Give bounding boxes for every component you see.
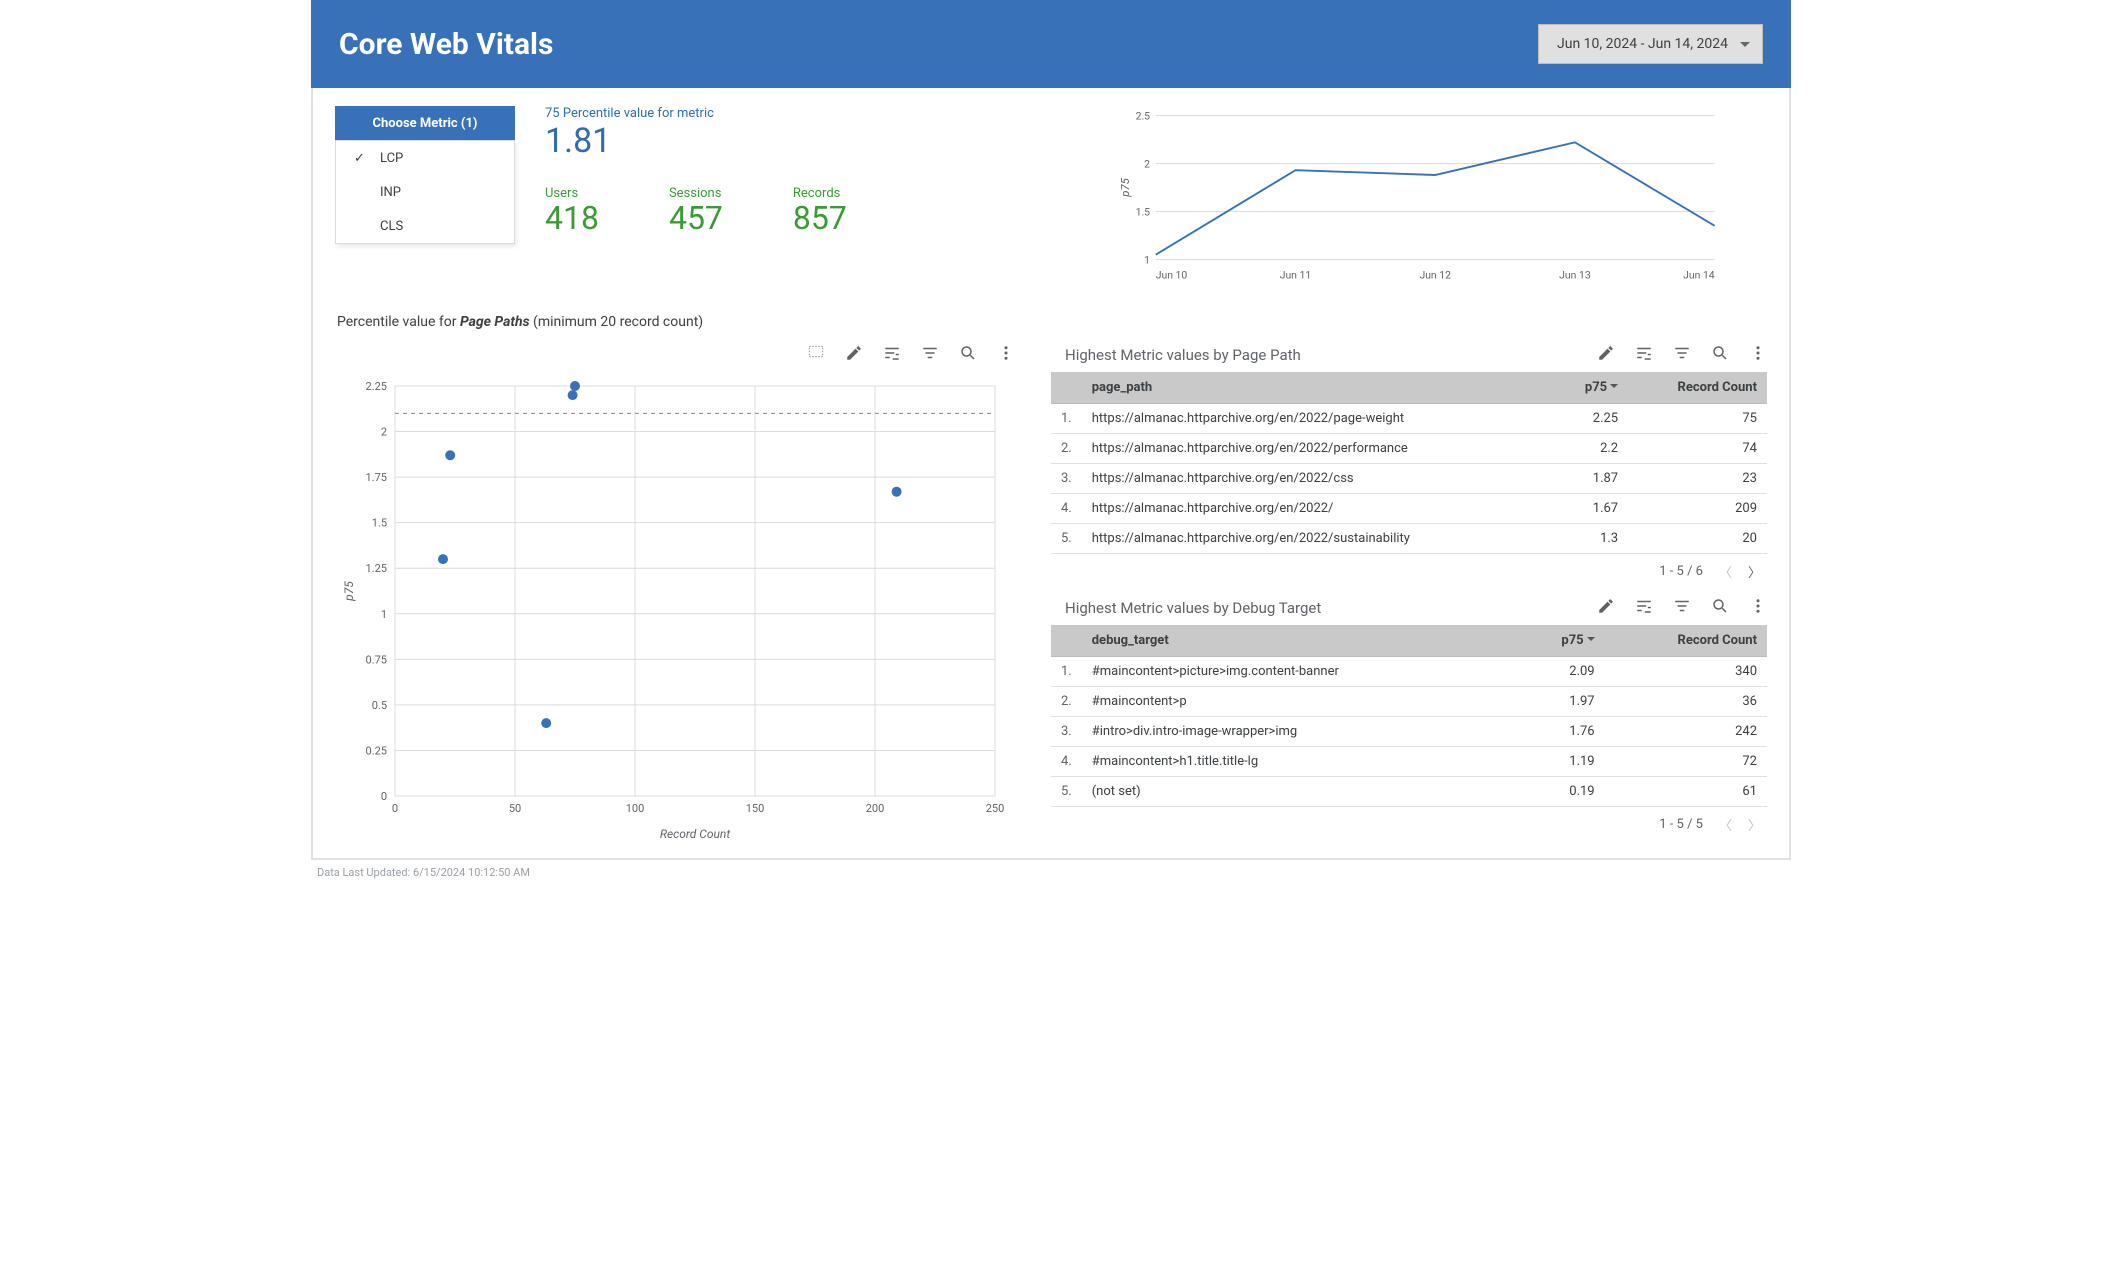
svg-text:Jun 13: Jun 13 xyxy=(1559,268,1591,281)
svg-text:100: 100 xyxy=(626,802,645,815)
kpi-records: Records857 xyxy=(793,186,847,236)
svg-text:Jun 14: Jun 14 xyxy=(1683,268,1715,281)
svg-text:1.75: 1.75 xyxy=(366,471,387,484)
table-row[interactable]: 5. https://almanac.httparchive.org/en/20… xyxy=(1051,524,1767,554)
sort-desc-icon xyxy=(1587,637,1595,645)
svg-text:p75: p75 xyxy=(1118,177,1132,197)
metric-picker-list: ✓LCP INP CLS xyxy=(335,140,515,244)
zoom-icon[interactable] xyxy=(1711,597,1729,615)
edit-icon[interactable] xyxy=(845,344,863,362)
table-debug-target-title: Highest Metric values by Debug Target xyxy=(1065,599,1321,617)
table-row[interactable]: 1. https://almanac.httparchive.org/en/20… xyxy=(1051,404,1767,434)
svg-text:50: 50 xyxy=(509,802,521,815)
more-icon[interactable] xyxy=(1749,344,1767,362)
svg-text:1.5: 1.5 xyxy=(1136,205,1151,218)
tune-icon[interactable] xyxy=(1635,597,1653,615)
table-row[interactable]: 3. #intro>div.intro-image-wrapper>img 1.… xyxy=(1051,717,1767,747)
scatter-toolbar xyxy=(335,344,1015,362)
header-bar: Core Web Vitals Jun 10, 2024 - Jun 14, 2… xyxy=(311,0,1791,88)
filter-icon[interactable] xyxy=(921,344,939,362)
metric-option-lcp[interactable]: ✓LCP xyxy=(336,141,514,175)
svg-text:1: 1 xyxy=(381,608,387,621)
svg-text:p75: p75 xyxy=(342,581,356,602)
table-page-path-title: Highest Metric values by Page Path xyxy=(1065,346,1301,364)
svg-text:0: 0 xyxy=(392,802,398,815)
check-icon: ✓ xyxy=(354,151,370,166)
more-icon[interactable] xyxy=(1749,597,1767,615)
edit-icon[interactable] xyxy=(1597,597,1615,615)
sort-desc-icon xyxy=(1610,384,1618,392)
col-record-count[interactable]: Record Count xyxy=(1628,372,1767,404)
zoom-icon[interactable] xyxy=(959,344,977,362)
select-icon[interactable] xyxy=(807,344,825,362)
svg-text:1: 1 xyxy=(1144,253,1150,266)
col-record-count[interactable]: Record Count xyxy=(1605,625,1767,657)
more-icon[interactable] xyxy=(997,344,1015,362)
table-row[interactable]: 4. https://almanac.httparchive.org/en/20… xyxy=(1051,494,1767,524)
svg-text:0.5: 0.5 xyxy=(372,699,387,712)
metric-option-inp[interactable]: INP xyxy=(336,175,514,209)
metric-option-cls[interactable]: CLS xyxy=(336,209,514,243)
table-debug-target: Highest Metric values by Debug Target xyxy=(1051,597,1767,834)
table-debug-target-toolbar xyxy=(1597,597,1767,615)
page-title: Core Web Vitals xyxy=(339,27,553,62)
svg-text:2.5: 2.5 xyxy=(1136,109,1151,122)
table-row[interactable]: 4. #maincontent>h1.title.title-lg 1.19 7… xyxy=(1051,747,1767,777)
svg-text:Record Count: Record Count xyxy=(660,827,730,841)
pager-next[interactable]: 〉 xyxy=(1748,815,1761,834)
percentile-value: 1.81 xyxy=(545,123,1045,160)
percentile-label: 75 Percentile value for metric xyxy=(545,106,1045,121)
metric-picker: Choose Metric (1) ✓LCP INP CLS xyxy=(335,106,515,244)
svg-text:0.25: 0.25 xyxy=(366,744,387,757)
pager-prev[interactable]: 〈 xyxy=(1719,562,1732,581)
table-page-path-toolbar xyxy=(1597,344,1767,362)
line-chart-p75: 1 1.5 2 2.5 Jun 10 Jun 11 Jun 12 Jun 13 Jun 14 p7… xyxy=(1075,106,1767,286)
scatter-section-label: Percentile value for Page Paths (minimum… xyxy=(337,314,1767,330)
svg-text:Jun 10: Jun 10 xyxy=(1156,268,1188,281)
svg-text:2: 2 xyxy=(1144,157,1150,170)
col-p75[interactable]: p75 xyxy=(1554,372,1628,404)
svg-text:150: 150 xyxy=(746,802,765,815)
table-row[interactable]: 3. https://almanac.httparchive.org/en/20… xyxy=(1051,464,1767,494)
pager-prev[interactable]: 〈 xyxy=(1719,815,1732,834)
svg-text:250: 250 xyxy=(986,802,1005,815)
edit-icon[interactable] xyxy=(1597,344,1615,362)
table-row[interactable]: 2. #maincontent>p 1.97 36 xyxy=(1051,687,1767,717)
table-row[interactable]: 1. #maincontent>picture>img.content-bann… xyxy=(1051,657,1767,687)
tune-icon[interactable] xyxy=(883,344,901,362)
svg-text:0.75: 0.75 xyxy=(366,653,387,666)
table-debug-target-pager: 1 - 5 / 5 〈 〉 xyxy=(1051,807,1767,834)
kpi-users: Users418 xyxy=(545,186,599,236)
svg-text:2.25: 2.25 xyxy=(366,380,387,393)
svg-text:200: 200 xyxy=(866,802,885,815)
date-range-label: Jun 10, 2024 - Jun 14, 2024 xyxy=(1557,36,1728,52)
scatter-panel: 0 50 100 150 200 250 0 0.25 0.5 0.75 1 1.25 1.5 1.75 2… xyxy=(335,344,1015,850)
table-row[interactable]: 2. https://almanac.httparchive.org/en/20… xyxy=(1051,434,1767,464)
svg-text:Jun 12: Jun 12 xyxy=(1419,268,1451,281)
table-page-path: Highest Metric values by Page Path xyxy=(1051,344,1767,581)
zoom-icon[interactable] xyxy=(1711,344,1729,362)
svg-text:2: 2 xyxy=(381,426,387,439)
filter-icon[interactable] xyxy=(1673,344,1691,362)
table-row[interactable]: 5. (not set) 0.19 61 xyxy=(1051,777,1767,807)
table-page-path-pager: 1 - 5 / 6 〈 〉 xyxy=(1051,554,1767,581)
col-page-path[interactable]: page_path xyxy=(1082,372,1554,404)
tune-icon[interactable] xyxy=(1635,344,1653,362)
metric-picker-header: Choose Metric (1) xyxy=(335,106,515,140)
svg-text:1.5: 1.5 xyxy=(372,517,387,530)
pager-next[interactable]: 〉 xyxy=(1748,562,1761,581)
svg-text:Jun 11: Jun 11 xyxy=(1280,268,1312,281)
col-p75[interactable]: p75 xyxy=(1518,625,1605,657)
data-last-updated: Data Last Updated: 6/15/2024 10:12:50 AM xyxy=(317,866,1791,879)
summary-block: 75 Percentile value for metric 1.81 User… xyxy=(545,106,1045,237)
date-range-picker[interactable]: Jun 10, 2024 - Jun 14, 2024 xyxy=(1538,24,1763,64)
svg-text:0: 0 xyxy=(381,790,387,803)
col-debug-target[interactable]: debug_target xyxy=(1082,625,1518,657)
svg-text:1.25: 1.25 xyxy=(366,562,387,575)
filter-icon[interactable] xyxy=(1673,597,1691,615)
kpi-sessions: Sessions457 xyxy=(669,186,723,236)
scatter-chart: 0 50 100 150 200 250 0 0.25 0.5 0.75 1 1.25 1.5 1.75 2… xyxy=(335,366,1015,846)
